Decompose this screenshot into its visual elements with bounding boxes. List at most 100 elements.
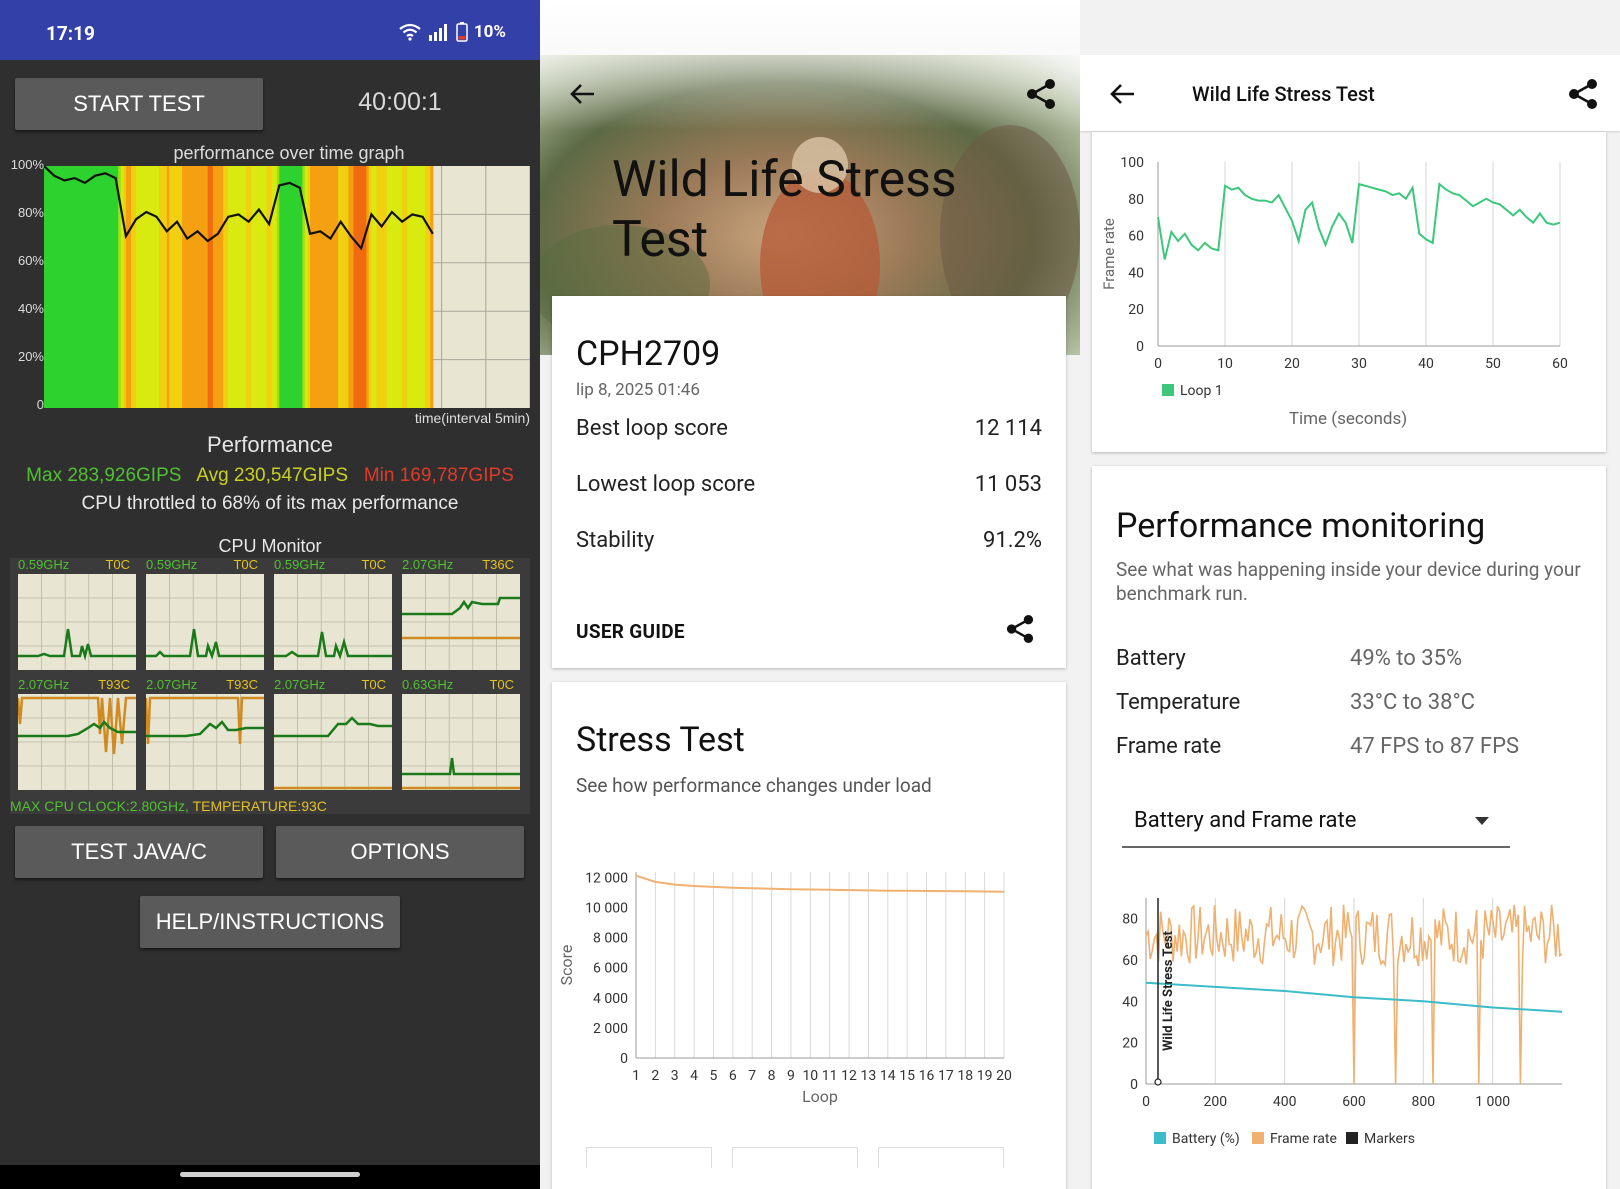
y-tick-label: 60 [1128,229,1144,245]
y-tick-label: 2 000 [593,1021,628,1037]
y-axis-title: Frame rate [1100,218,1118,290]
cpu-core: 0.63GHz T0C [402,677,520,790]
performance-title: Performance [207,432,333,457]
options-button[interactable]: OPTIONS [276,826,524,878]
stress-test-card: Stress Test See how performance changes … [552,682,1066,1189]
status-time: 17:19 [46,22,95,45]
x-axis-title: Time (seconds) [1289,409,1407,429]
row-label: Lowest loop score [576,472,756,497]
x-tick-label: 0 [1142,1094,1150,1110]
core-temp: T93C [98,677,130,692]
x-tick-label: 40 [1418,356,1434,372]
x-tick-label: 5 [710,1068,718,1084]
score-chart: 1 2 3 4 5 6 7 8 9 10 11 12 13 14 15 16 17 18 19 2002 0004 0… [557,870,1012,1106]
stress-test-title: Stress Test [576,720,745,760]
row-value: 11 053 [974,472,1042,497]
pm-label: Frame rate [1116,734,1222,759]
legend-label: Battery (%) [1172,1131,1240,1147]
x-tick-label: 3 [671,1068,679,1084]
x-tick-label: 17 [938,1068,954,1084]
y-tick-label: 20 [1122,1036,1138,1052]
performance-monitoring-card: Performance monitoring See what was happ… [1092,466,1606,1189]
y-tick-label: 60 [1122,953,1138,969]
x-tick-label: 11 [822,1068,838,1084]
core-plot [18,694,136,790]
x-tick-label: 15 [899,1068,915,1084]
share-icon[interactable] [1568,78,1598,110]
pm-label: Temperature [1116,690,1241,715]
score-row: Best loop score 12 114 [576,416,1042,441]
cpu-core: 0.59GHz T0C [18,557,136,670]
battery-percent: 10% [473,22,506,42]
y-axis-title: Score [557,945,576,986]
cpu-core: 2.07GHz T93C [18,677,136,790]
home-gesture-handle[interactable] [180,1172,360,1177]
max-gips: Max 283,926GIPS [26,465,182,486]
y-tick-label: 0 [1130,1077,1138,1093]
x-tick-label: 400 [1273,1094,1297,1110]
marker-dot [1154,1078,1162,1086]
cpu-core: 0.59GHz T0C [146,557,264,670]
y-tick-label: 80 [1128,192,1144,208]
core-freq: 0.59GHz [18,557,70,572]
core-freq: 2.07GHz [274,677,326,692]
pm-value: 33°C to 38°C [1350,690,1475,715]
status-bar: 17:19 10% [0,0,540,60]
x-tick-label: 16 [919,1068,935,1084]
x-tick-label: 50 [1485,356,1501,372]
core-freq: 0.59GHz [274,557,326,572]
user-guide-link[interactable]: USER GUIDE [576,620,685,643]
max-cpu-info: MAX CPU CLOCK:2.80GHz, TEMPERATURE:93C [10,798,327,814]
x-tick-label: 6 [729,1068,737,1084]
x-tick-label: 10 [1217,356,1233,372]
core-freq: 2.07GHz [146,677,198,692]
back-arrow-icon[interactable] [568,80,596,108]
core-freq: 0.59GHz [146,557,198,572]
core-freq: 0.63GHz [402,677,454,692]
max-cpu-clock: MAX CPU CLOCK:2.80GHz, [10,798,193,814]
y-tick-label: 0 [1136,339,1144,355]
y-label: 0 [36,397,44,412]
x-tick-label: 600 [1342,1094,1366,1110]
start-test-button[interactable]: START TEST [15,78,263,130]
dropdown-arrow-icon [1475,817,1489,825]
chart-type-dropdown[interactable]: Battery and Frame rate [1122,796,1510,848]
frame-rate-card: 0 10 20 30 40 50 60 0 20 40 60 80 100 Frame rate Loop … [1092,132,1606,452]
test-date: lip 8, 2025 01:46 [576,380,700,400]
score-line [635,874,1005,893]
row-value: 91.2% [982,528,1042,553]
share-icon[interactable] [1006,614,1034,644]
x-tick-label: 0 [1154,356,1162,372]
x-tick-label: 4 [690,1068,698,1084]
core-plot [146,694,264,790]
share-icon[interactable] [1026,78,1056,110]
marker-label: Wild Life Stress Test [1161,930,1176,1051]
test-java-c-button[interactable]: TEST JAVA/C [15,826,263,878]
monitoring-panel: Wild Life Stress Test 0 10 20 30 40 50 60 0 20 40… [1080,0,1620,1189]
result-panel: Wild Life Stress Test CPH2709 lip 8, 202… [540,0,1080,1189]
app-bar: Wild Life Stress Test [1080,55,1620,131]
x-tick-label: 20 [996,1068,1012,1084]
x-tick-label: 1 000 [1475,1094,1510,1110]
min-gips: Min 169,787GIPS [363,465,514,486]
x-tick-label: 14 [880,1068,896,1084]
y-tick-label: 12 000 [585,870,628,886]
y-tick-label: 10 000 [585,901,628,917]
max-temperature: TEMPERATURE:93C [192,798,327,814]
result-card: CPH2709 lip 8, 2025 01:46 Best loop scor… [552,296,1066,668]
x-tick-label: 200 [1204,1094,1228,1110]
back-arrow-icon[interactable] [1108,80,1136,108]
y-tick-label: 80 [1122,912,1138,928]
x-axis-label: time(interval 5min) [414,410,530,426]
core-freq: 2.07GHz [18,677,70,692]
core-temp: T0C [233,557,258,572]
x-tick-label: 800 [1412,1094,1436,1110]
graph-title: performance over time graph [173,143,405,163]
throttle-text: CPU throttled to 68% of its max performa… [81,493,459,514]
core-plot [274,574,392,670]
x-tick-label: 18 [957,1068,973,1084]
navigation-bar [0,1165,540,1189]
y-axis-labels: 100% 80% 60% 40% 20% 0 [0,155,44,415]
help-instructions-button[interactable]: HELP/INSTRUCTIONS [140,896,400,948]
legend-label: Loop 1 [1180,383,1223,399]
